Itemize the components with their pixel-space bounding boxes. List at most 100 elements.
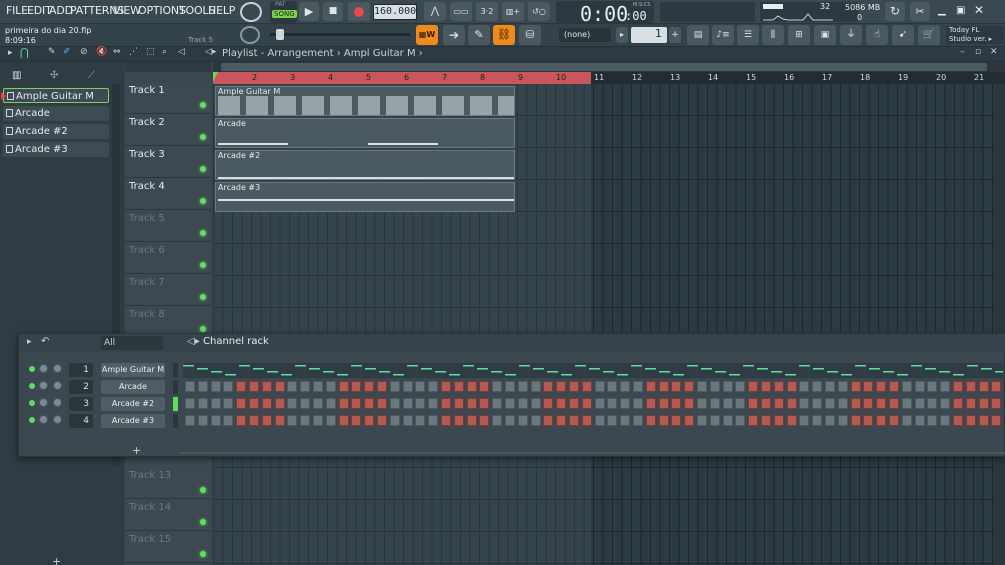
step-button[interactable] (505, 398, 515, 409)
step-button[interactable] (261, 398, 272, 409)
step-button[interactable] (377, 381, 387, 392)
play-button[interactable]: ▶ (299, 2, 319, 21)
loop-record-button[interactable]: ↺○ (528, 2, 550, 21)
browser-button[interactable]: ⊞ (788, 25, 810, 45)
master-volume-knob[interactable] (240, 2, 262, 22)
step-button[interactable] (569, 398, 579, 409)
channel-led[interactable] (29, 400, 35, 406)
step-button[interactable] (210, 381, 221, 392)
step-button[interactable] (185, 398, 195, 409)
shop-button[interactable]: 🛒 (918, 25, 940, 45)
step-button[interactable] (185, 415, 195, 426)
menu-file[interactable]: FILE (6, 4, 28, 17)
step-button[interactable] (415, 415, 426, 426)
track-led[interactable] (200, 294, 206, 300)
pencil-tool-button[interactable]: ✎ (468, 25, 490, 45)
step-button[interactable] (837, 381, 848, 392)
step-button[interactable] (530, 381, 541, 392)
step-button[interactable] (223, 415, 234, 426)
tools-button[interactable]: ✂ (910, 2, 930, 21)
mixer-button[interactable]: ⫼ (762, 25, 784, 45)
step-button[interactable] (556, 381, 567, 392)
channel-rack-button[interactable]: ☰ (737, 25, 759, 45)
touch-controller-button[interactable]: ☝ (866, 25, 888, 45)
step-button[interactable] (850, 415, 861, 426)
minimize-button[interactable]: ▁ (938, 6, 948, 17)
step-button[interactable] (594, 381, 605, 392)
track-header[interactable]: Track 6 (125, 242, 211, 274)
step-button[interactable] (671, 398, 682, 409)
channel-select[interactable] (173, 363, 178, 377)
step-button[interactable] (761, 398, 771, 409)
delete-icon[interactable]: ⊘ (80, 47, 88, 57)
playlist-max-icon[interactable]: ▫ (975, 47, 981, 57)
step-button[interactable] (441, 398, 451, 409)
step-button[interactable] (786, 381, 797, 392)
step-button[interactable] (607, 381, 618, 392)
step-button[interactable] (389, 415, 400, 426)
step-button[interactable] (466, 398, 477, 409)
step-button[interactable] (722, 398, 733, 409)
step-button[interactable] (185, 381, 195, 392)
step-button[interactable] (633, 398, 643, 409)
step-button[interactable] (402, 398, 413, 409)
pattern-item[interactable]: Arcade #2 (3, 124, 109, 139)
step-button[interactable] (428, 398, 439, 409)
step-button[interactable] (697, 398, 707, 409)
loop-region[interactable] (213, 72, 591, 84)
slice-icon[interactable]: ⋰ (129, 47, 138, 57)
pattern-item[interactable]: Ample Guitar M (1, 88, 109, 103)
step-button[interactable] (300, 381, 311, 392)
step-button[interactable] (850, 381, 861, 392)
channel-led[interactable] (29, 383, 35, 389)
channel-number[interactable]: 3 (69, 397, 93, 411)
step-button[interactable] (505, 415, 515, 426)
step-button[interactable] (313, 398, 323, 409)
track-header[interactable]: Track 13 (125, 467, 211, 499)
channel-number[interactable]: 4 (69, 414, 93, 428)
step-button[interactable] (863, 415, 874, 426)
step-button[interactable] (825, 381, 835, 392)
select-icon[interactable]: ⬚ (146, 47, 155, 57)
step-button[interactable] (492, 381, 503, 392)
step-button[interactable] (441, 415, 451, 426)
step-button[interactable] (197, 415, 208, 426)
step-button[interactable] (261, 381, 272, 392)
channel-select[interactable] (173, 380, 178, 394)
step-button[interactable] (850, 398, 861, 409)
step-button[interactable] (479, 381, 490, 392)
track-header[interactable]: Track 1 (125, 82, 211, 114)
cpu-monitor[interactable]: 32 (760, 2, 858, 22)
step-button[interactable] (876, 381, 887, 392)
step-button[interactable] (543, 398, 554, 409)
menu-view[interactable]: VIEW (113, 4, 141, 17)
track-led[interactable] (200, 551, 206, 557)
scroll-thumb[interactable] (221, 63, 987, 71)
metronome-button[interactable]: ⋀ (424, 2, 446, 21)
step-button[interactable] (492, 415, 503, 426)
track-led[interactable] (200, 134, 206, 140)
step-button[interactable] (236, 415, 247, 426)
step-button[interactable] (812, 381, 823, 392)
step-button[interactable] (748, 398, 759, 409)
step-button[interactable] (786, 415, 797, 426)
step-button[interactable] (722, 415, 733, 426)
step-button[interactable] (300, 415, 311, 426)
step-button[interactable] (197, 381, 208, 392)
channel-select[interactable] (173, 397, 178, 411)
volume-knob[interactable] (53, 381, 62, 390)
step-button[interactable] (569, 381, 579, 392)
pattern-clip[interactable]: Ample Guitar M (215, 86, 515, 116)
volume-knob[interactable] (53, 415, 62, 424)
step-button[interactable] (953, 415, 963, 426)
step-button[interactable] (709, 381, 720, 392)
step-button[interactable] (249, 398, 259, 409)
step-button[interactable] (620, 381, 631, 392)
step-button[interactable] (799, 381, 810, 392)
step-button[interactable] (876, 415, 887, 426)
step-button[interactable] (901, 415, 912, 426)
step-button[interactable] (466, 415, 477, 426)
step-button[interactable] (364, 381, 375, 392)
step-button[interactable] (620, 415, 631, 426)
step-button[interactable] (748, 381, 759, 392)
